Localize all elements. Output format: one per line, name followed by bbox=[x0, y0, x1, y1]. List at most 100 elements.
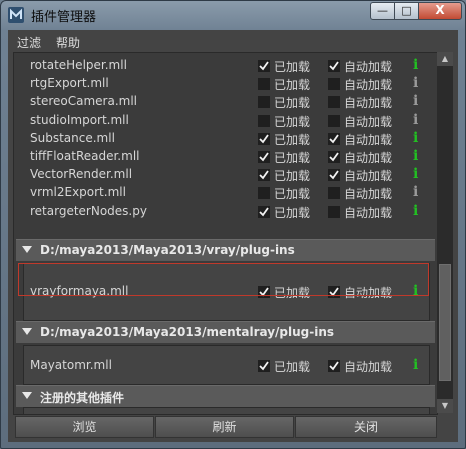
section-other-header[interactable]: 注册的其他插件 bbox=[16, 385, 435, 407]
loaded-checkbox[interactable] bbox=[258, 187, 270, 200]
autoload-label: 自动加载 bbox=[344, 169, 393, 184]
menu-help[interactable]: 帮助 bbox=[56, 34, 80, 51]
plugin-name: tiffFloatReader.mll bbox=[30, 149, 140, 163]
loaded-label: 已加载 bbox=[274, 78, 311, 93]
plugin-row: stereoCamera.mll 已加载 自动加载 i bbox=[14, 93, 437, 111]
info-icon[interactable]: i bbox=[413, 184, 418, 200]
plugin-row: studioImport.mll 已加载 自动加载 i bbox=[14, 112, 437, 130]
maximize-button[interactable]: □ bbox=[394, 2, 419, 20]
maya-app-icon bbox=[8, 7, 24, 23]
loaded-label: 已加载 bbox=[274, 114, 311, 129]
button-bar: 浏览 刷新 关闭 bbox=[8, 416, 458, 438]
loaded-checkbox[interactable] bbox=[258, 96, 270, 109]
scroll-down-icon[interactable]: ▼ bbox=[437, 399, 453, 413]
autoload-checkbox[interactable] bbox=[328, 132, 340, 145]
section-vray-header[interactable]: D:/maya2013/Maya2013/vray/plug-ins bbox=[16, 239, 435, 261]
section-title: D:/maya2013/Maya2013/mentalray/plug-ins bbox=[40, 325, 335, 339]
section-title: D:/maya2013/Maya2013/vray/plug-ins bbox=[40, 243, 295, 257]
menu-bar: 过滤 帮助 bbox=[8, 30, 458, 52]
plugin-name: Mayatomr.mll bbox=[30, 358, 112, 372]
scrollbar-thumb[interactable] bbox=[439, 264, 451, 381]
plugin-row: retargeterNodes.py 已加载 自动加载 i bbox=[14, 203, 437, 221]
browse-button[interactable]: 浏览 bbox=[15, 416, 154, 438]
loaded-label: 已加载 bbox=[274, 60, 311, 74]
refresh-button[interactable]: 刷新 bbox=[155, 416, 294, 438]
autoload-label: 自动加载 bbox=[344, 360, 393, 374]
plugin-name: stereoCamera.mll bbox=[30, 94, 137, 109]
autoload-label: 自动加载 bbox=[344, 60, 393, 74]
loaded-label: 已加载 bbox=[274, 205, 311, 220]
section-mentalray-header[interactable]: D:/maya2013/Maya2013/mentalray/plug-ins bbox=[16, 321, 435, 343]
info-icon[interactable]: i bbox=[413, 57, 418, 73]
window-title: 插件管理器 bbox=[31, 10, 97, 25]
plugin-name: studioImport.mll bbox=[30, 112, 129, 127]
vertical-scrollbar[interactable]: ▲ ▼ bbox=[437, 52, 453, 413]
plugin-name: rotateHelper.mll bbox=[30, 58, 127, 72]
autoload-label: 自动加载 bbox=[344, 205, 393, 220]
plugin-name: Substance.mll bbox=[30, 130, 115, 145]
loaded-label: 已加载 bbox=[274, 187, 311, 202]
close-button[interactable]: 关闭 bbox=[295, 416, 437, 438]
autoload-checkbox[interactable] bbox=[328, 78, 340, 91]
loaded-label: 已加载 bbox=[274, 96, 311, 111]
plugin-row: vrml2Export.mll 已加载 自动加载 i bbox=[14, 184, 437, 202]
minimize-button[interactable]: — bbox=[370, 2, 395, 20]
loaded-checkbox[interactable] bbox=[258, 205, 270, 218]
info-icon[interactable]: i bbox=[413, 357, 418, 373]
collapse-arrow-icon[interactable] bbox=[22, 246, 32, 253]
loaded-checkbox[interactable] bbox=[258, 60, 270, 72]
autoload-checkbox[interactable] bbox=[328, 169, 340, 182]
client-area: 过滤 帮助 rotateHelper.mll 已加载 自动加载 i rtgExport.… bbox=[8, 30, 458, 442]
info-icon[interactable]: i bbox=[413, 112, 418, 128]
info-icon[interactable]: i bbox=[413, 203, 418, 219]
title-bar: 插件管理器 — □ X bbox=[1, 1, 465, 29]
loaded-checkbox[interactable] bbox=[258, 132, 270, 145]
info-icon[interactable]: i bbox=[413, 130, 418, 146]
autoload-checkbox[interactable] bbox=[328, 187, 340, 200]
loaded-label: 已加载 bbox=[274, 360, 311, 374]
info-icon[interactable]: i bbox=[413, 75, 418, 91]
menu-filter[interactable]: 过滤 bbox=[17, 34, 41, 51]
loaded-label: 已加载 bbox=[274, 151, 311, 165]
loaded-label: 已加载 bbox=[274, 132, 311, 147]
plugin-row: Mayatomr.mll 已加载 自动加载 i bbox=[24, 357, 437, 375]
autoload-checkbox[interactable] bbox=[328, 60, 340, 72]
plugin-manager-window: 插件管理器 — □ X 过滤 帮助 rotateHelper.mll 已加载 自动加… bbox=[0, 0, 466, 449]
loaded-checkbox[interactable] bbox=[258, 78, 270, 91]
info-icon[interactable]: i bbox=[413, 148, 418, 164]
autoload-checkbox[interactable] bbox=[328, 114, 340, 127]
autoload-label: 自动加载 bbox=[344, 132, 393, 147]
section-mentalray-panel: Mayatomr.mll 已加载 自动加载 i bbox=[23, 345, 430, 385]
autoload-checkbox[interactable] bbox=[328, 360, 340, 372]
plugin-row: Substance.mll 已加载 自动加载 i bbox=[14, 130, 437, 148]
scroll-up-icon[interactable]: ▲ bbox=[437, 52, 453, 66]
plugin-row: rtgExport.mll 已加载 自动加载 i bbox=[14, 75, 437, 93]
loaded-checkbox[interactable] bbox=[258, 114, 270, 127]
plugin-name: retargeterNodes.py bbox=[30, 203, 147, 218]
loaded-checkbox[interactable] bbox=[258, 360, 270, 372]
highlight-box bbox=[18, 263, 429, 296]
autoload-label: 自动加载 bbox=[344, 114, 393, 129]
autoload-checkbox[interactable] bbox=[328, 151, 340, 163]
loaded-checkbox[interactable] bbox=[258, 169, 270, 182]
plugin-name: vrml2Export.mll bbox=[30, 185, 126, 200]
autoload-label: 自动加载 bbox=[344, 96, 393, 111]
plugin-row: VectorRender.mll 已加载 自动加载 i bbox=[14, 166, 437, 184]
collapse-arrow-icon[interactable] bbox=[22, 328, 32, 335]
info-icon[interactable]: i bbox=[413, 93, 418, 109]
section-title: 注册的其他插件 bbox=[40, 391, 125, 405]
plugin-name: rtgExport.mll bbox=[30, 76, 109, 91]
close-window-button[interactable]: X bbox=[418, 2, 462, 20]
autoload-label: 自动加载 bbox=[344, 187, 393, 202]
autoload-checkbox[interactable] bbox=[328, 205, 340, 218]
autoload-checkbox[interactable] bbox=[328, 96, 340, 109]
autoload-label: 自动加载 bbox=[344, 151, 393, 165]
plugin-list[interactable]: rotateHelper.mll 已加载 自动加载 i rtgExport.mll 已加载… bbox=[13, 52, 438, 415]
plugin-row: rotateHelper.mll 已加载 自动加载 i bbox=[14, 57, 437, 75]
plugin-name: VectorRender.mll bbox=[30, 167, 133, 182]
loaded-label: 已加载 bbox=[274, 169, 311, 184]
loaded-checkbox[interactable] bbox=[258, 151, 270, 163]
info-icon[interactable]: i bbox=[413, 166, 418, 182]
collapse-arrow-icon[interactable] bbox=[22, 392, 32, 399]
plugin-row: tiffFloatReader.mll 已加载 自动加载 i bbox=[14, 148, 437, 166]
